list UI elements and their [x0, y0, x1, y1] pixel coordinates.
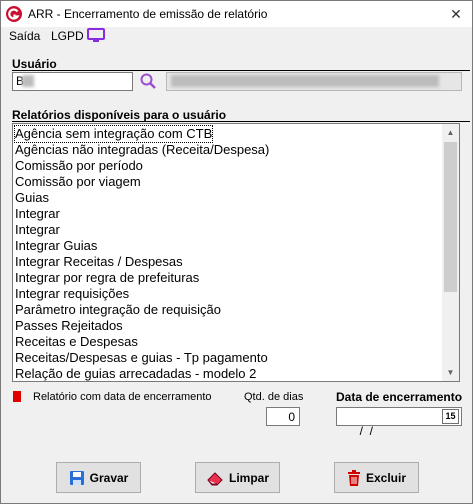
window-title: ARR - Encerramento de emissão de relatór… — [28, 7, 268, 21]
menu-lgpd[interactable]: LGPD — [51, 29, 84, 43]
main-window: ARR - Encerramento de emissão de relatór… — [0, 0, 473, 504]
eraser-icon — [207, 471, 223, 485]
report-list-item[interactable]: Parâmetro integração de requisição — [15, 302, 221, 318]
qtd-label: Qtd. de dias — [244, 391, 304, 403]
report-list-item[interactable]: Integrar Receitas / Despesas — [15, 254, 183, 270]
report-list-item[interactable]: Comissão por período — [15, 158, 143, 174]
qtd-input[interactable]: 0 — [266, 407, 300, 426]
limpar-label: Limpar — [228, 470, 269, 485]
calendar-icon[interactable]: 15 — [442, 409, 459, 424]
redacted-name — [171, 75, 439, 87]
menu-bar: Saída LGPD — [1, 27, 472, 45]
reports-divider — [12, 121, 470, 122]
gravar-label: Gravar — [89, 470, 129, 485]
report-list-item[interactable]: Receitas e Despesas — [15, 334, 138, 350]
report-list-item[interactable]: Relação de guias arrecadadas - modelo 2 — [15, 366, 256, 381]
menu-saida[interactable]: Saída — [9, 29, 40, 43]
scroll-thumb[interactable] — [444, 142, 457, 292]
date-value: / / — [356, 424, 374, 438]
gravar-button[interactable]: Gravar — [56, 462, 141, 493]
limpar-button[interactable]: Limpar — [195, 462, 280, 493]
excluir-button[interactable]: Excluir — [334, 462, 419, 493]
app-logo-icon — [6, 6, 22, 22]
report-list-item[interactable]: Receitas/Despesas e guias - Tp pagamento — [15, 350, 268, 366]
title-bar: ARR - Encerramento de emissão de relatór… — [1, 1, 472, 27]
trash-icon — [347, 469, 360, 486]
scroll-down-icon[interactable]: ▼ — [442, 364, 459, 381]
report-list-item[interactable]: Agências não integradas (Receita/Despesa… — [15, 142, 269, 158]
report-list-item[interactable]: Integrar — [15, 206, 60, 222]
redacted-code — [22, 75, 34, 87]
report-list-item[interactable]: Integrar Guias — [15, 238, 97, 254]
report-list-item[interactable]: Integrar — [15, 222, 60, 238]
user-label: Usuário — [12, 57, 57, 71]
close-button[interactable]: ✕ — [448, 6, 464, 22]
report-list-item[interactable]: Agência sem integração com CTB — [13, 125, 214, 143]
reports-label: Relatórios disponíveis para o usuário — [12, 108, 227, 122]
qtd-value: 0 — [288, 410, 295, 424]
search-icon[interactable] — [139, 72, 157, 90]
scroll-up-icon[interactable]: ▲ — [442, 124, 459, 141]
excluir-label: Excluir — [365, 470, 407, 485]
legend-color-swatch — [13, 391, 21, 402]
report-list-item[interactable]: Passes Rejeitados — [15, 318, 123, 334]
monitor-icon[interactable] — [87, 28, 105, 42]
reports-listbox[interactable]: Agência sem integração com CTB Agências n… — [12, 123, 460, 382]
date-label: Data de encerramento — [336, 390, 463, 404]
report-list-item[interactable]: Integrar requisições — [15, 286, 129, 302]
report-list-item[interactable]: Guias — [15, 190, 49, 206]
legend-text: Relatório com data de encerramento — [33, 391, 212, 403]
report-list-item[interactable]: Comissão por viagem — [15, 174, 141, 190]
save-icon — [69, 470, 84, 485]
reports-scrollbar[interactable]: ▲ ▼ — [442, 124, 459, 381]
user-divider — [12, 70, 470, 71]
report-list-item[interactable]: Integrar por regra de prefeituras — [15, 270, 199, 286]
